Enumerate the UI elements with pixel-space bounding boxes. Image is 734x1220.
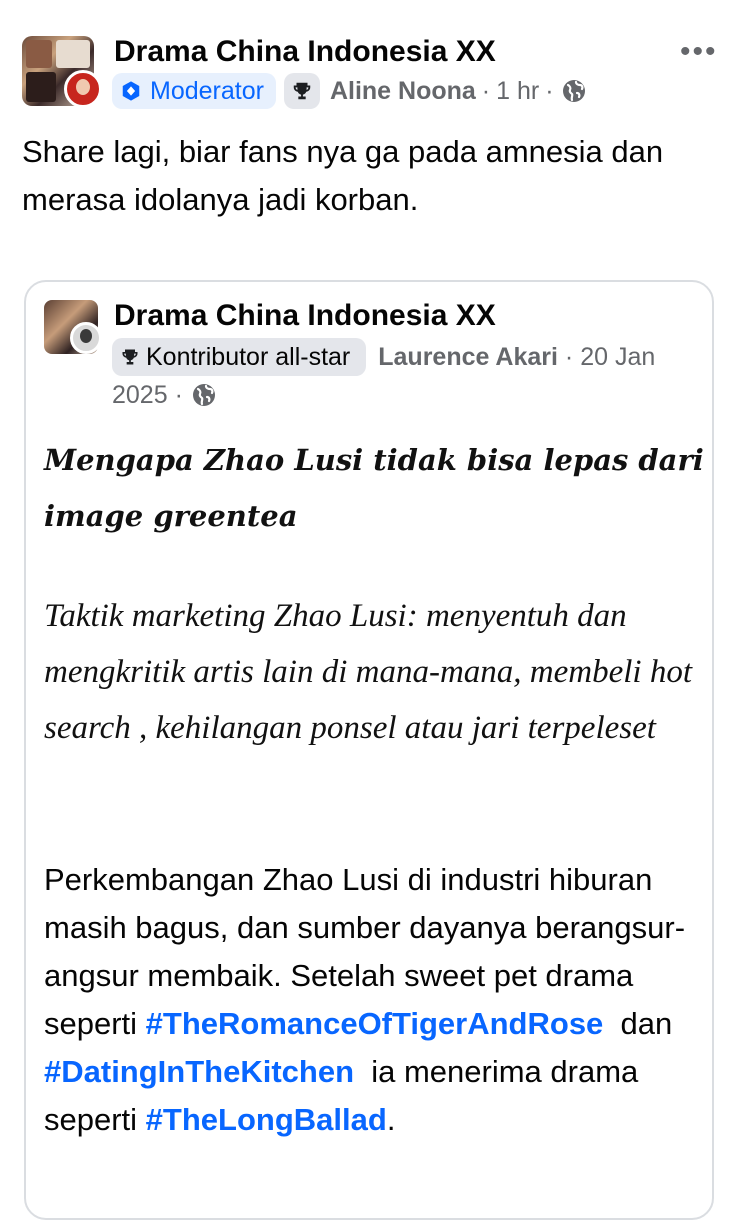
hashtag-link[interactable]: #TheLongBallad xyxy=(146,1102,387,1137)
post-text: Share lagi, biar fans nya ga pada amnesi… xyxy=(22,134,664,217)
post-timestamp[interactable]: 1 hr xyxy=(496,77,539,106)
shared-post-title: Mengapa Zhao Lusi tidak bisa lepas dari … xyxy=(44,443,704,533)
trophy-icon xyxy=(122,349,138,365)
shared-post-meta: Kontributor all-star Laurence Akari · 20… xyxy=(112,338,702,414)
meta-separator: · xyxy=(481,76,491,105)
group-name-link[interactable]: Drama China Indonesia XX xyxy=(114,34,496,70)
post-meta: Moderator Aline Noona · 1 hr · xyxy=(112,72,586,110)
facebook-group-post: Drama China Indonesia XX ••• Moderator A… xyxy=(0,0,734,1220)
contributor-badge-label: Kontributor all-star xyxy=(146,343,351,371)
body-text: dan xyxy=(603,1006,681,1041)
shared-post-card[interactable]: Drama China Indonesia XX Kontributor all… xyxy=(24,280,714,1220)
shared-group-name-link[interactable]: Drama China Indonesia XX xyxy=(114,298,496,334)
post-avatar[interactable] xyxy=(22,36,102,110)
user-avatar[interactable] xyxy=(64,70,102,108)
hashtag-link[interactable]: #DatingInTheKitchen xyxy=(44,1054,354,1089)
trophy-badge[interactable] xyxy=(283,73,320,109)
globe-icon xyxy=(562,80,585,102)
shared-post-avatar[interactable] xyxy=(44,300,102,356)
shared-author-name-link[interactable]: Laurence Akari xyxy=(378,343,558,371)
meta-separator: · xyxy=(545,76,554,105)
meta-separator: · xyxy=(174,381,183,409)
shared-post-italic-paragraph: Taktik marketing Zhao Lusi: menyentuh da… xyxy=(44,598,693,746)
more-horizontal-icon: ••• xyxy=(680,35,718,68)
moderator-badge-icon xyxy=(122,81,140,101)
shared-user-avatar[interactable] xyxy=(70,322,102,354)
globe-icon xyxy=(192,384,215,406)
moderator-badge-label: Moderator xyxy=(150,76,264,105)
more-options-button[interactable]: ••• xyxy=(680,37,718,67)
moderator-badge[interactable]: Moderator xyxy=(112,73,276,109)
shared-post-body: Perkembangan Zhao Lusi di industri hibur… xyxy=(44,856,704,1144)
author-name-link[interactable]: Aline Noona xyxy=(330,77,476,106)
meta-separator: · xyxy=(564,343,574,371)
trophy-icon xyxy=(293,82,311,100)
contributor-badge[interactable]: Kontributor all-star xyxy=(112,338,367,376)
body-text: . xyxy=(386,1102,396,1137)
hashtag-link[interactable]: #TheRomanceOfTigerAndRose xyxy=(146,1006,604,1041)
